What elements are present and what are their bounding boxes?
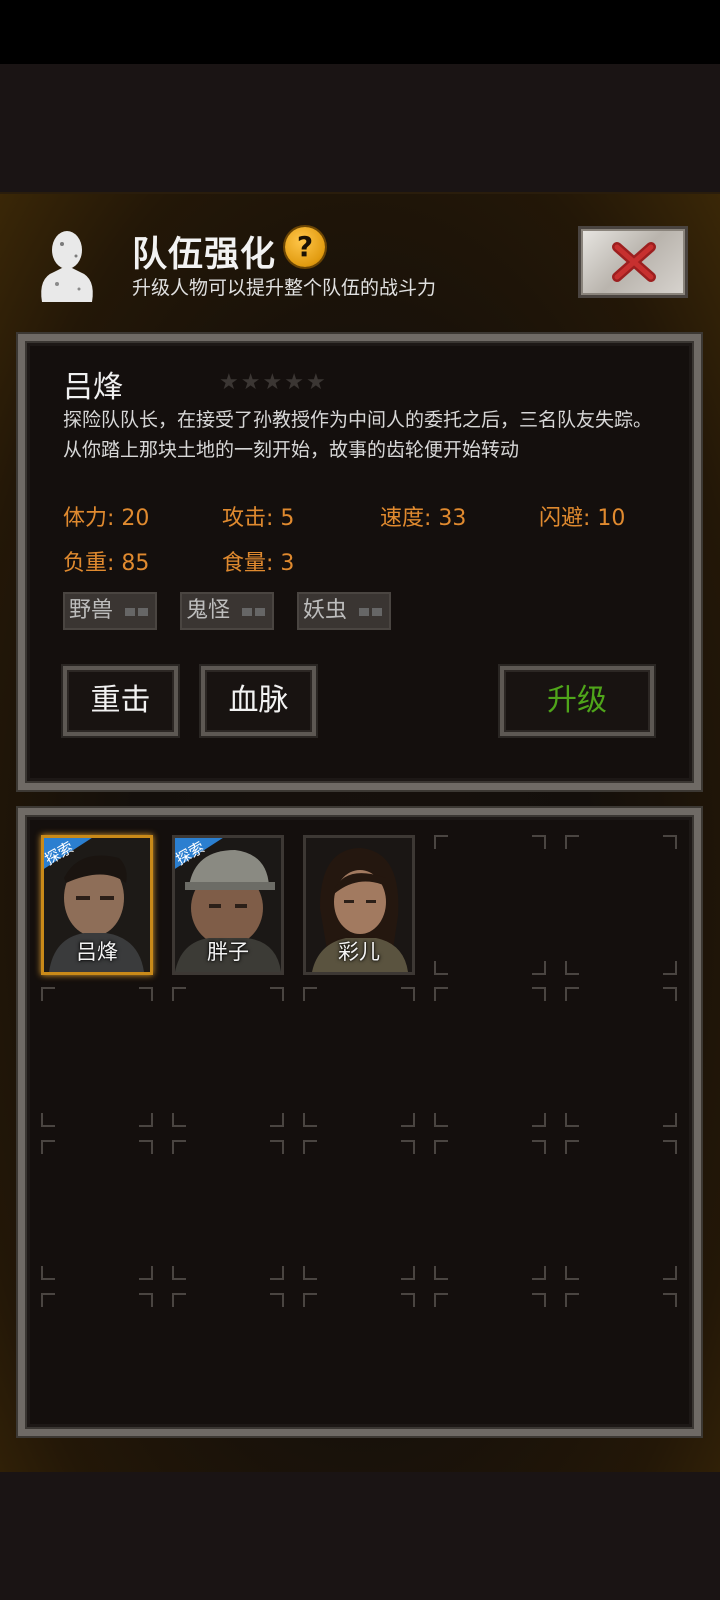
hero-card-name: 吕烽 <box>76 940 118 964</box>
empty-slot[interactable] <box>41 1293 153 1433</box>
empty-slot[interactable] <box>434 987 546 1127</box>
skill-bloodline-button[interactable]: 血脉 <box>201 666 316 736</box>
empty-slot[interactable] <box>303 1140 415 1280</box>
empty-slot[interactable] <box>565 987 677 1127</box>
empty-slot[interactable] <box>565 1293 677 1433</box>
upgrade-button[interactable]: 升级 <box>500 666 654 736</box>
hero-card-pangzi[interactable]: 探索 胖子 <box>172 835 284 975</box>
empty-slot[interactable] <box>434 1140 546 1280</box>
stat-load: 负重: 85 <box>63 551 150 576</box>
star-rating: ★ ★ ★ ★ ★ <box>219 372 334 394</box>
stat-attack: 攻击: 5 <box>222 506 295 531</box>
empty-slot[interactable] <box>303 987 415 1127</box>
hero-name: 吕烽 <box>63 370 123 405</box>
star-icon: ★ <box>240 370 261 395</box>
empty-slot[interactable] <box>434 1293 546 1433</box>
star-icon: ★ <box>262 370 283 395</box>
empty-slot[interactable] <box>303 1293 415 1433</box>
hero-card-caier[interactable]: 彩儿 <box>303 835 415 975</box>
empty-slot[interactable] <box>172 1293 284 1433</box>
skill-heavy-strike-button[interactable]: 重击 <box>63 666 178 736</box>
page-subtitle: 升级人物可以提升整个队伍的战斗力 <box>132 277 437 299</box>
explore-badge: 探索 <box>175 838 223 869</box>
empty-slot[interactable] <box>41 1140 153 1280</box>
person-silhouette-icon <box>41 231 93 302</box>
empty-slot[interactable] <box>565 835 677 975</box>
empty-slot[interactable] <box>172 1140 284 1280</box>
empty-slot[interactable] <box>434 835 546 975</box>
stat-stamina: 体力: 20 <box>63 506 150 531</box>
resist-tag-beast: 野兽 <box>63 592 157 630</box>
empty-slot[interactable] <box>565 1140 677 1280</box>
hero-description: 探险队队长，在接受了孙教授作为中间人的委托之后，三名队友失踪。从你踏上那块土地的… <box>63 409 653 461</box>
stat-appetite: 食量: 3 <box>222 551 295 576</box>
star-icon: ★ <box>219 370 239 395</box>
resist-tag-ghost: 鬼怪 <box>180 592 274 630</box>
hero-card-lvfeng[interactable]: 探索 吕烽 <box>41 835 153 975</box>
resist-tag-insect: 妖虫 <box>297 592 391 630</box>
stat-speed: 速度: 33 <box>380 506 467 531</box>
status-bar <box>0 0 720 64</box>
stat-dodge: 闪避: 10 <box>539 506 626 531</box>
empty-slot[interactable] <box>41 987 153 1127</box>
close-button[interactable] <box>578 226 688 298</box>
star-icon: ★ <box>305 370 326 395</box>
hero-card-name: 彩儿 <box>338 940 380 964</box>
page-title: 队伍强化 <box>132 235 277 275</box>
hero-card-name: 胖子 <box>207 940 249 964</box>
empty-slot[interactable] <box>172 987 284 1127</box>
star-icon: ★ <box>284 370 304 395</box>
explore-badge: 探索 <box>44 838 92 869</box>
close-icon <box>612 242 656 282</box>
help-icon[interactable]: ? <box>285 227 325 267</box>
